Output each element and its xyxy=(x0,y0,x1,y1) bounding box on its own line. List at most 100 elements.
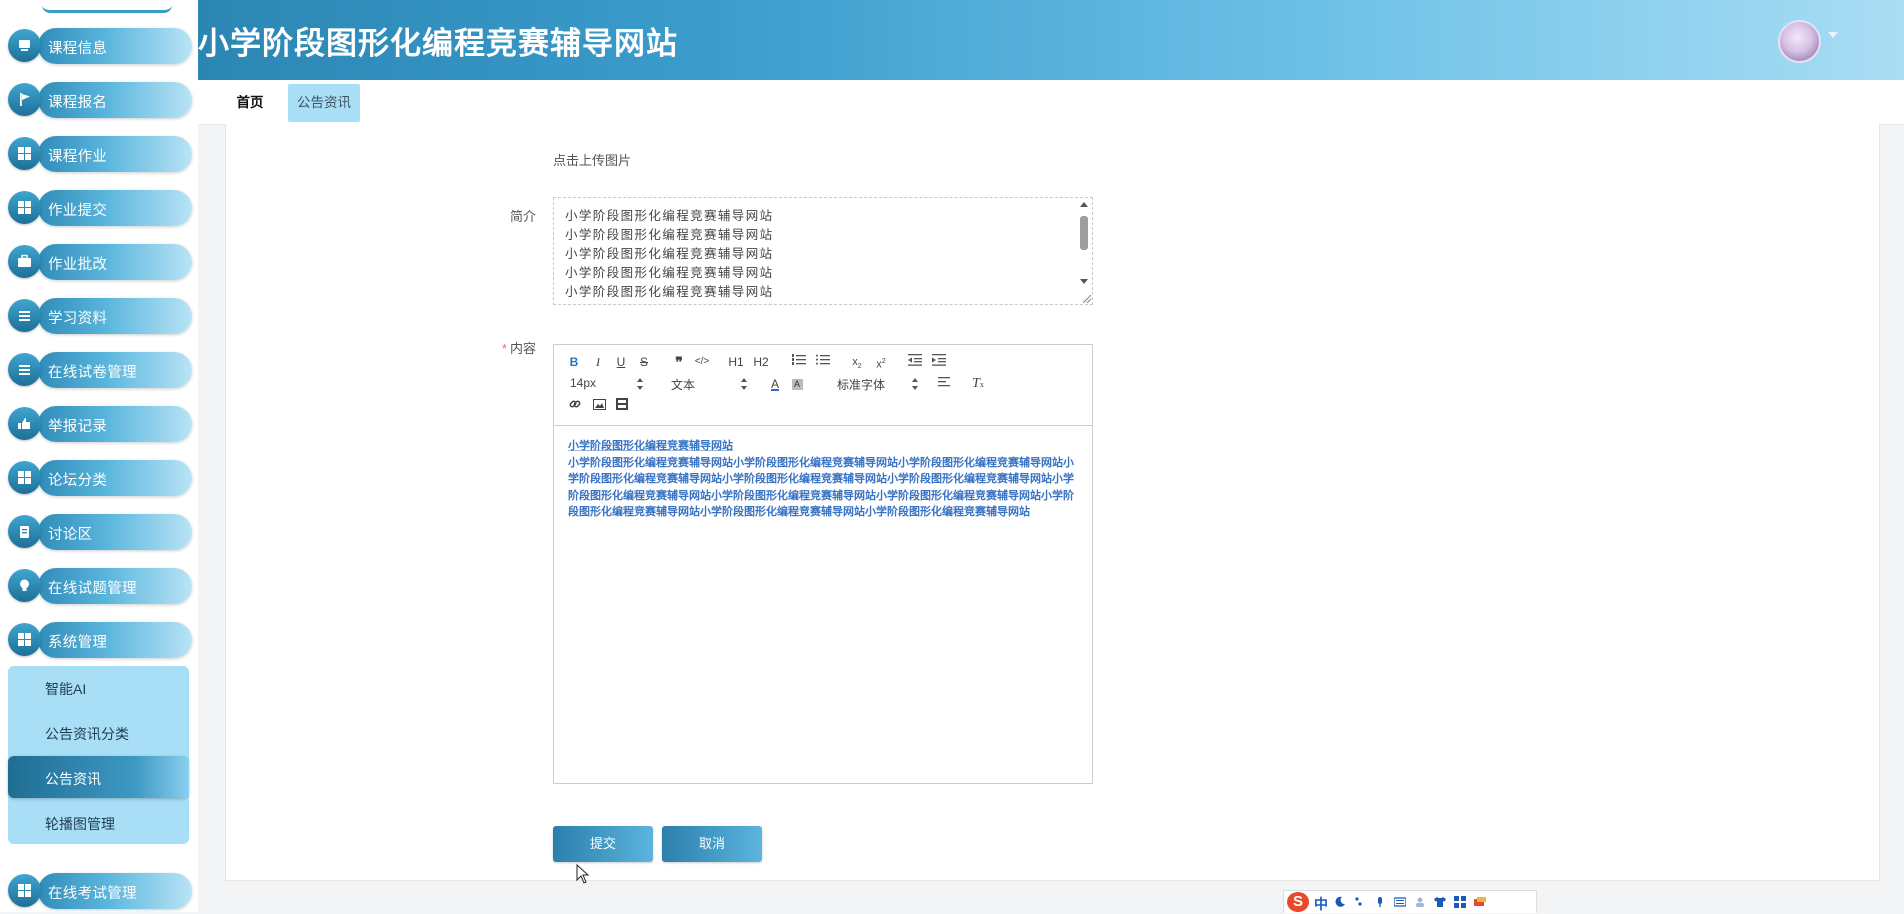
bullet-list-icon[interactable] xyxy=(812,353,834,371)
skin-icon[interactable] xyxy=(1474,896,1486,908)
bulb-icon xyxy=(8,569,41,602)
ordered-list-icon[interactable] xyxy=(788,353,810,371)
tab-news[interactable]: 公告资讯 xyxy=(288,84,360,122)
code-block-icon[interactable]: </> xyxy=(691,353,713,371)
background-color-icon[interactable]: A xyxy=(786,375,808,393)
submenu-item-carousel[interactable]: 轮播图管理 xyxy=(8,801,189,843)
system-management-submenu: 智能AI 公告资讯分类 公告资讯 轮播图管理 xyxy=(8,666,189,844)
strikethrough-icon[interactable]: S xyxy=(633,353,655,371)
align-icon[interactable] xyxy=(934,375,956,393)
cancel-button[interactable]: 取消 xyxy=(662,826,762,862)
submenu-item-label: 智能AI xyxy=(45,681,87,697)
font-family-select[interactable]: 标准字体 xyxy=(837,376,885,393)
underline-icon[interactable]: U xyxy=(610,353,632,371)
image-icon[interactable] xyxy=(588,397,610,415)
scroll-up-icon[interactable] xyxy=(1080,202,1088,207)
sidebar-item-online-paper[interactable]: 在线试卷管理 xyxy=(8,348,192,390)
sidebar-item-course-homework[interactable]: 课程作业 xyxy=(8,132,192,174)
punctuation-icon[interactable] xyxy=(1354,896,1366,908)
intro-line: 小学阶段图形化编程竞赛辅导网站 xyxy=(565,209,774,223)
flag-icon xyxy=(8,83,41,116)
sidebar-item-label: 举报记录 xyxy=(48,419,108,435)
submenu-item-news-category[interactable]: 公告资讯分类 xyxy=(8,711,189,753)
sidebar-item-online-exam[interactable]: 在线考试管理 xyxy=(8,869,192,911)
sidebar-item-system-management[interactable]: 系统管理 xyxy=(8,618,192,660)
italic-icon[interactable]: I xyxy=(587,353,609,371)
text-type-select[interactable]: 文本 xyxy=(671,376,695,393)
editor-content[interactable]: 小学阶段图形化编程竞赛辅导网站 小学阶段图形化编程竞赛辅导网站小学阶段图形化编程… xyxy=(568,438,1084,521)
microphone-icon[interactable] xyxy=(1374,896,1386,908)
sidebar-item-label: 系统管理 xyxy=(48,635,108,651)
sidebar-item-online-questions[interactable]: 在线试题管理 xyxy=(8,564,192,606)
ime-toolbar[interactable]: S 中 xyxy=(1283,890,1537,913)
font-size-select[interactable]: 14px xyxy=(570,376,596,390)
avatar[interactable] xyxy=(1778,20,1821,63)
heading1-icon[interactable]: H1 xyxy=(725,353,747,371)
sidebar: 课程信息 课程报名 课程作业 作业提交 作业批改 学习资料 在线试卷管理 举报记… xyxy=(0,0,198,912)
subscript-icon[interactable]: x2 xyxy=(846,353,868,371)
editor-toolbar: B I U S ❞ </> H1 H2 x2 x2 14px 文本 A A 标准… xyxy=(554,345,1092,426)
superscript-icon[interactable]: x2 xyxy=(870,353,892,371)
bold-icon[interactable]: B xyxy=(563,353,585,371)
scrollbar-thumb[interactable] xyxy=(1080,216,1088,250)
content-label-text: 内容 xyxy=(509,341,536,356)
sidebar-item-forum-category[interactable]: 论坛分类 xyxy=(8,456,192,498)
intro-label: 简介 xyxy=(509,209,536,224)
blockquote-icon[interactable]: ❞ xyxy=(668,353,690,371)
scroll-down-icon[interactable] xyxy=(1080,279,1088,284)
clear-format-icon[interactable]: Tx xyxy=(967,375,989,393)
ime-mode[interactable]: 中 xyxy=(1314,894,1328,914)
submenu-item-label: 轮播图管理 xyxy=(45,816,115,832)
grid-icon xyxy=(8,623,41,656)
sidebar-item-report-records[interactable]: 举报记录 xyxy=(8,402,192,444)
grid-icon xyxy=(8,191,41,224)
sidebar-item-label: 学习资料 xyxy=(48,311,108,327)
link-icon[interactable] xyxy=(564,397,586,415)
user-icon[interactable] xyxy=(1414,896,1426,908)
sidebar-item-label: 在线试卷管理 xyxy=(48,365,137,381)
grid-icon xyxy=(8,461,41,494)
intro-line: 小学阶段图形化编程竞赛辅导网站 xyxy=(565,228,774,242)
font-size-select-arrows-icon[interactable] xyxy=(637,378,643,390)
intro-line: 小学阶段图形化编程竞赛辅导网站 xyxy=(565,285,774,299)
submenu-item-news[interactable]: 公告资讯 xyxy=(8,756,189,798)
resize-grip-icon[interactable] xyxy=(1083,295,1091,303)
form-panel: 点击上传图片 简介 小学阶段图形化编程竞赛辅导网站 小学阶段图形化编程竞赛辅导网… xyxy=(225,124,1880,881)
sidebar-item-label: 课程作业 xyxy=(48,149,108,165)
chevron-down-icon[interactable] xyxy=(1828,32,1838,38)
font-color-icon[interactable]: A xyxy=(764,375,786,393)
sidebar-item-course-info[interactable]: 课程信息 xyxy=(8,24,192,66)
sidebar-item-label: 作业批改 xyxy=(48,257,108,273)
intro-textarea[interactable]: 小学阶段图形化编程竞赛辅导网站 小学阶段图形化编程竞赛辅导网站 小学阶段图形化编… xyxy=(553,197,1093,305)
sidebar-item-course-enroll[interactable]: 课程报名 xyxy=(8,78,192,120)
sidebar-top-edge xyxy=(42,0,172,13)
moon-icon[interactable] xyxy=(1334,896,1346,908)
content-label: * 内容 xyxy=(476,338,536,357)
sidebar-item-homework-submit[interactable]: 作业提交 xyxy=(8,186,192,228)
sogou-logo-icon[interactable]: S xyxy=(1287,892,1309,912)
submenu-item-ai[interactable]: 智能AI xyxy=(8,666,189,708)
sidebar-item-label: 课程信息 xyxy=(48,41,108,57)
mouse-cursor-icon xyxy=(576,864,590,884)
outdent-icon[interactable] xyxy=(904,353,926,371)
sidebar-item-study-materials[interactable]: 学习资料 xyxy=(8,294,192,336)
submenu-item-label: 公告资讯分类 xyxy=(45,726,129,742)
indent-icon[interactable] xyxy=(928,353,950,371)
list-icon xyxy=(8,299,41,332)
keyboard-icon[interactable] xyxy=(1394,896,1406,908)
shirt-icon[interactable] xyxy=(1434,896,1446,908)
sidebar-item-discussion[interactable]: 讨论区 xyxy=(8,510,192,552)
apps-grid-icon[interactable] xyxy=(1454,896,1466,908)
heading2-icon[interactable]: H2 xyxy=(750,353,772,371)
upload-image-hint[interactable]: 点击上传图片 xyxy=(553,150,631,169)
textarea-scrollbar[interactable] xyxy=(1079,202,1089,298)
sidebar-item-label: 在线考试管理 xyxy=(48,886,137,902)
submit-button[interactable]: 提交 xyxy=(553,826,653,862)
video-icon[interactable] xyxy=(611,397,633,415)
tab-home[interactable]: 首页 xyxy=(220,84,280,122)
font-family-select-arrows-icon[interactable] xyxy=(912,378,918,390)
text-type-select-arrows-icon[interactable] xyxy=(741,378,747,390)
tab-bar: 首页 公告资讯 xyxy=(198,80,1904,125)
sidebar-item-homework-grading[interactable]: 作业批改 xyxy=(8,240,192,282)
app-title: 小学阶段图形化编程竞赛辅导网站 xyxy=(198,26,678,62)
